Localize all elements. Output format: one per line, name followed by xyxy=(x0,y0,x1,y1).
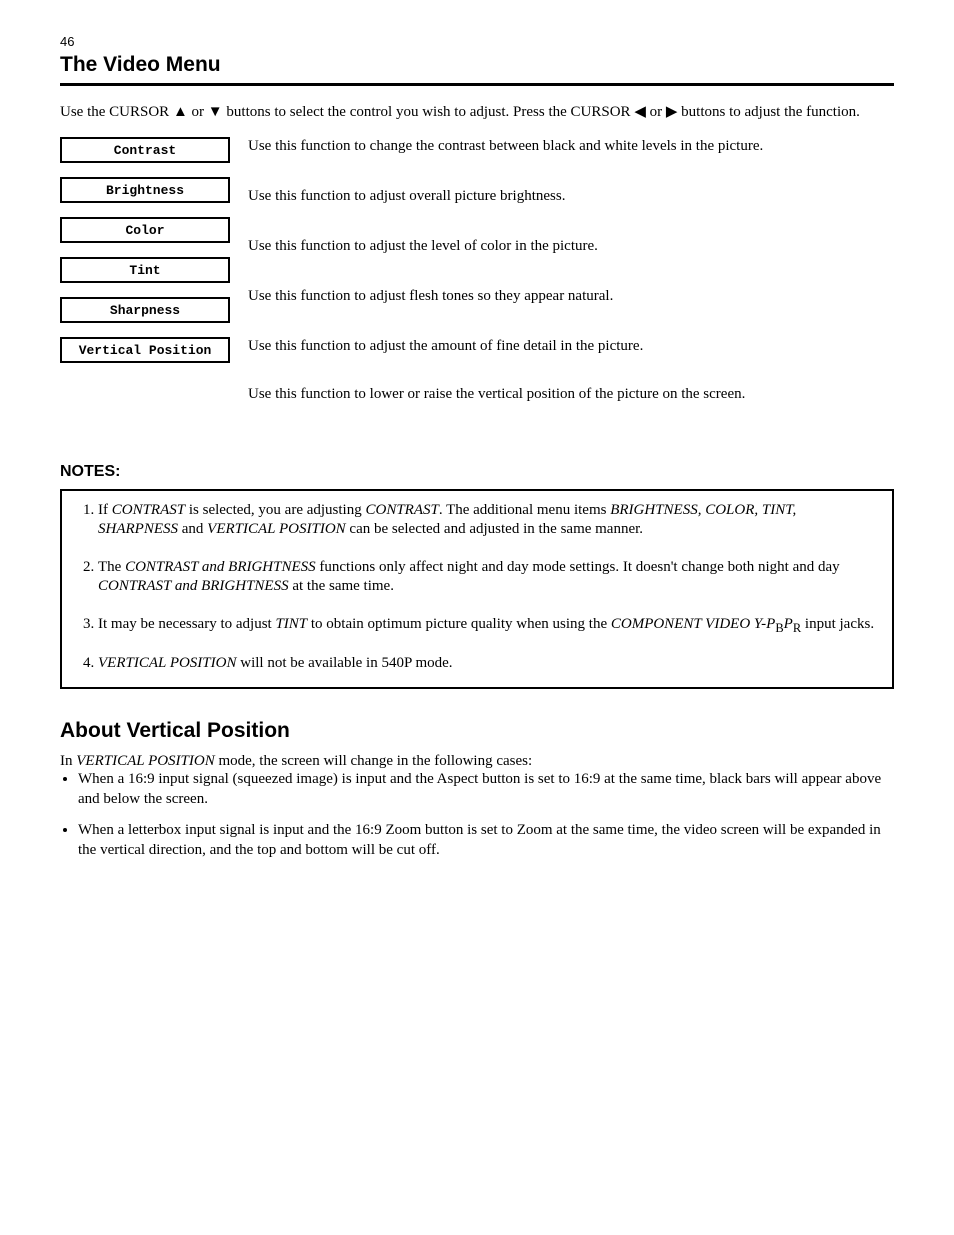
desc-contrast: Use this function to change the contrast… xyxy=(248,137,894,185)
notes-box: If CONTRAST is selected, you are adjusti… xyxy=(60,489,894,690)
up-arrow-icon: ▲ xyxy=(173,102,188,122)
menu-item-tint: Tint xyxy=(60,257,230,283)
note-item: The CONTRAST and BRIGHTNESS functions on… xyxy=(98,558,878,597)
menu-item-column: Contrast Brightness Color Tint Sharpness… xyxy=(60,137,230,377)
note-item: It may be necessary to adjust TINT to ob… xyxy=(98,615,878,636)
intro-paragraph: Use the CURSOR ▲ or ▼ buttons to select … xyxy=(60,102,894,123)
menu-definitions: Contrast Brightness Color Tint Sharpness… xyxy=(60,137,894,433)
desc-vertical-position: Use this function to lower or raise the … xyxy=(248,385,894,433)
note-item: VERTICAL POSITION will not be available … xyxy=(98,654,878,674)
note-item: If CONTRAST is selected, you are adjusti… xyxy=(98,501,878,540)
menu-item-vertical-position: Vertical Position xyxy=(60,337,230,363)
left-arrow-icon: ◀ xyxy=(634,102,646,122)
about-bullet-item: When a letterbox input signal is input a… xyxy=(78,821,894,860)
desc-sharpness: Use this function to adjust the amount o… xyxy=(248,335,894,385)
menu-item-brightness: Brightness xyxy=(60,177,230,203)
chapter-title: The Video Menu xyxy=(60,53,894,77)
menu-item-contrast: Contrast xyxy=(60,137,230,163)
about-bullets: When a 16:9 input signal (squeezed image… xyxy=(60,770,894,860)
menu-item-color: Color xyxy=(60,217,230,243)
menu-item-sharpness: Sharpness xyxy=(60,297,230,323)
divider xyxy=(60,83,894,86)
desc-brightness: Use this function to adjust overall pict… xyxy=(248,185,894,235)
page-number: 46 xyxy=(60,34,894,49)
about-bullet-item: When a 16:9 input signal (squeezed image… xyxy=(78,770,894,809)
desc-tint: Use this function to adjust flesh tones … xyxy=(248,285,894,335)
down-arrow-icon: ▼ xyxy=(208,102,223,122)
menu-description-column: Use this function to change the contrast… xyxy=(248,137,894,433)
about-intro: In VERTICAL POSITION mode, the screen wi… xyxy=(60,753,894,770)
document-page: 46 The Video Menu Use the CURSOR ▲ or ▼ … xyxy=(0,0,954,1235)
desc-color: Use this function to adjust the level of… xyxy=(248,235,894,285)
right-arrow-icon: ▶ xyxy=(666,102,678,122)
notes-heading: NOTES: xyxy=(60,463,894,481)
about-heading: About Vertical Position xyxy=(60,719,894,743)
